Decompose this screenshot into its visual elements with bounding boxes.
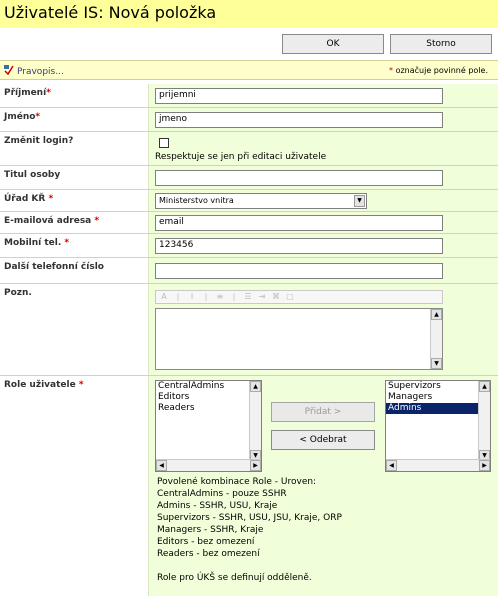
name-input[interactable]: jmeno xyxy=(155,112,443,128)
email-input[interactable]: email xyxy=(155,215,443,231)
roles-info-line: Readers - bez omezení xyxy=(157,549,260,559)
spellcheck-icon xyxy=(4,65,14,78)
row-surname: Příjmení* prijemni xyxy=(0,84,498,108)
scroll-left-icon[interactable]: ◀ xyxy=(156,460,167,471)
selected-roles-hscrollbar[interactable]: ◀ ▶ xyxy=(386,459,490,471)
scroll-right-icon[interactable]: ▶ xyxy=(250,460,261,471)
note-textarea[interactable]: ▲ ▼ xyxy=(155,308,443,370)
change-login-label: Změnit login? xyxy=(4,132,146,165)
list-item-selected[interactable]: Admins xyxy=(386,403,490,414)
list-item[interactable]: Supervizors xyxy=(386,381,490,392)
row-roles: Role uživatele * CentralAdmins Editors R… xyxy=(0,376,498,596)
form-toolbar: Pravopis... * označuje povinné pole. xyxy=(0,60,498,80)
scroll-left-icon[interactable]: ◀ xyxy=(386,460,397,471)
list-item[interactable]: Readers xyxy=(156,403,261,414)
scroll-down-icon[interactable]: ▼ xyxy=(431,358,442,369)
align-icon[interactable]: ≡ xyxy=(214,292,226,302)
selected-roles-scrollbar[interactable]: ▲ ▼ xyxy=(478,381,490,461)
required-note: * označuje povinné pole. xyxy=(389,66,488,75)
surname-label: Příjmení* xyxy=(4,84,146,107)
note-label: Pozn. xyxy=(4,284,146,375)
list-icon[interactable]: ☰ xyxy=(242,292,254,302)
ok-button[interactable]: OK xyxy=(282,34,384,54)
title-label: Titul osoby xyxy=(4,166,146,189)
scroll-right-icon[interactable]: ▶ xyxy=(479,460,490,471)
roles-info-line xyxy=(157,560,342,572)
italic-icon[interactable]: I xyxy=(186,292,198,302)
scroll-up-icon[interactable]: ▲ xyxy=(479,381,490,392)
roles-info-line: Supervizors - SSHR, USU, JSU, Kraje, ORP xyxy=(157,513,342,523)
row-name: Jméno* jmeno xyxy=(0,108,498,132)
scroll-up-icon[interactable]: ▲ xyxy=(250,381,261,392)
scroll-up-icon[interactable]: ▲ xyxy=(431,309,442,320)
available-roles-list[interactable]: CentralAdmins Editors Readers ▲ ▼ ◀ ▶ xyxy=(155,380,262,472)
selected-roles-list[interactable]: Supervizors Managers Admins ▲ ▼ ◀ ▶ xyxy=(385,380,491,472)
roles-info-line: Managers - SSHR, Kraje xyxy=(157,525,264,535)
office-select-value: Ministerstvo vnitra xyxy=(159,196,234,205)
row-office: Úřad KŘ * Ministerstvo vnitra ▼ xyxy=(0,190,498,212)
separator-icon: | xyxy=(232,292,236,301)
change-login-note: Respektuje se jen při editaci uživatele xyxy=(155,152,327,162)
phone-label: Další telefonní číslo xyxy=(4,258,146,283)
separator-icon: | xyxy=(204,292,208,301)
remove-role-button[interactable]: < Odebrat xyxy=(271,430,375,450)
list-item[interactable]: Editors xyxy=(156,392,261,403)
rich-text-toolbar: A | I | ≡ | ☰ ⇥ ⌘ ▢ xyxy=(155,290,443,304)
roles-info-line: CentralAdmins - pouze SSHR xyxy=(157,489,287,499)
list-item[interactable]: CentralAdmins xyxy=(156,381,261,392)
row-mobile: Mobilní tel. * 123456 xyxy=(0,234,498,258)
roles-info-line: Role pro ÚKŠ se definují odděleně. xyxy=(157,573,312,583)
link-icon[interactable]: ⌘ xyxy=(270,292,282,302)
row-change-login: Změnit login? Respektuje se jen při edit… xyxy=(0,132,498,166)
mobile-label: Mobilní tel. * xyxy=(4,234,146,257)
chevron-down-icon[interactable]: ▼ xyxy=(354,195,365,207)
separator-icon: | xyxy=(176,292,180,301)
row-note: Pozn. A | I | ≡ | ☰ ⇥ ⌘ ▢ ▲ ▼ xyxy=(0,284,498,376)
available-roles-hscrollbar[interactable]: ◀ ▶ xyxy=(156,459,261,471)
title-bar: Uživatelé IS: Nová položka xyxy=(0,0,498,28)
spelling-link[interactable]: Pravopis... xyxy=(4,65,64,78)
surname-input[interactable]: prijemni xyxy=(155,88,443,104)
spelling-label: Pravopis... xyxy=(17,66,64,77)
font-icon[interactable]: A xyxy=(158,292,170,302)
add-role-button[interactable]: Přidat > xyxy=(271,402,375,422)
required-text: označuje povinné pole. xyxy=(393,66,488,75)
change-login-checkbox[interactable] xyxy=(159,138,169,148)
phone-input[interactable] xyxy=(155,263,443,279)
email-label: E-mailová adresa * xyxy=(4,212,146,233)
note-scrollbar[interactable]: ▲ ▼ xyxy=(430,309,442,369)
row-phone: Další telefonní číslo xyxy=(0,258,498,284)
mobile-input[interactable]: 123456 xyxy=(155,238,443,254)
roles-info-line: Admins - SSHR, USU, Kraje xyxy=(157,501,278,511)
indent-icon[interactable]: ⇥ xyxy=(256,292,268,302)
list-item[interactable]: Managers xyxy=(386,392,490,403)
cancel-button[interactable]: Storno xyxy=(390,34,492,54)
title-input[interactable] xyxy=(155,170,443,186)
row-email: E-mailová adresa * email xyxy=(0,212,498,234)
office-select[interactable]: Ministerstvo vnitra ▼ xyxy=(155,193,367,209)
page-title: Uživatelé IS: Nová položka xyxy=(4,3,217,22)
row-title: Titul osoby xyxy=(0,166,498,190)
name-label: Jméno* xyxy=(4,108,146,131)
roles-info-line: Editors - bez omezení xyxy=(157,537,255,547)
roles-label: Role uživatele * xyxy=(4,376,146,596)
available-roles-scrollbar[interactable]: ▲ ▼ xyxy=(249,381,261,461)
color-icon[interactable]: ▢ xyxy=(284,292,296,302)
roles-info-line: Povolené kombinace Role - Uroven: xyxy=(157,477,317,487)
office-label: Úřad KŘ * xyxy=(4,190,146,211)
roles-info: Povolené kombinace Role - Uroven: Centra… xyxy=(157,476,342,584)
